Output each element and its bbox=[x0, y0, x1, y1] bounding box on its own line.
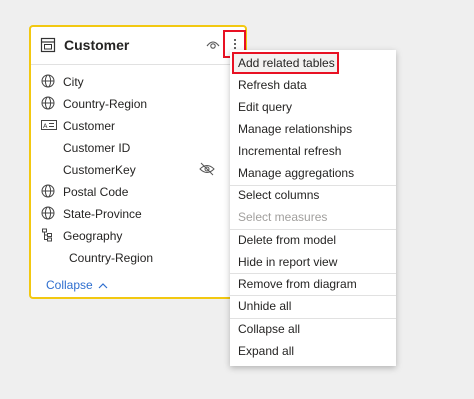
globe-icon bbox=[41, 206, 55, 223]
menu-item-hide-in-report-view[interactable]: Hide in report view bbox=[230, 251, 396, 273]
table-card-customer[interactable]: Customer City Country-Region A Customer … bbox=[29, 25, 247, 299]
field-label: Postal Code bbox=[63, 185, 129, 199]
eye-icon[interactable] bbox=[206, 38, 220, 56]
card-header: Customer bbox=[31, 27, 246, 65]
field-label: Country-Region bbox=[63, 97, 148, 111]
field-geography-country-region[interactable]: Country-Region bbox=[31, 247, 245, 269]
more-dot bbox=[233, 47, 236, 49]
globe-icon bbox=[41, 74, 55, 91]
field-label: Geography bbox=[63, 229, 123, 243]
menu-item-manage-aggregations[interactable]: Manage aggregations bbox=[230, 162, 396, 184]
menu-item-add-related-tables[interactable]: Add related tables bbox=[232, 52, 339, 74]
field-label: State-Province bbox=[63, 207, 142, 221]
menu-item-delete-from-model[interactable]: Delete from model bbox=[230, 229, 396, 251]
menu-item-expand-all[interactable]: Expand all bbox=[230, 340, 396, 362]
menu-item-select-measures: Select measures bbox=[238, 210, 328, 224]
field-label: City bbox=[63, 75, 84, 89]
table-icon bbox=[40, 37, 56, 58]
field-customerkey[interactable]: CustomerKey bbox=[31, 159, 245, 181]
chevron-up-icon bbox=[98, 278, 108, 292]
collapse-link[interactable]: Collapse bbox=[46, 278, 108, 292]
menu-item-unhide-all[interactable]: Unhide all bbox=[230, 295, 396, 317]
context-menu: Add related tables Refresh data Edit que… bbox=[230, 50, 396, 366]
menu-item-remove-from-diagram[interactable]: Remove from diagram bbox=[230, 273, 396, 295]
field-city[interactable]: City bbox=[31, 71, 245, 93]
field-label: Customer ID bbox=[63, 141, 131, 155]
field-state-province[interactable]: State-Province bbox=[31, 203, 245, 225]
field-label: Customer bbox=[63, 119, 116, 133]
menu-item-edit-query[interactable]: Edit query bbox=[230, 96, 396, 118]
hidden-eye-icon bbox=[199, 162, 215, 179]
card-title: Customer bbox=[64, 37, 130, 53]
field-label: Country-Region bbox=[69, 251, 154, 265]
more-dot bbox=[233, 43, 236, 45]
field-label: CustomerKey bbox=[63, 163, 136, 177]
menu-item-manage-relationships[interactable]: Manage relationships bbox=[230, 118, 396, 140]
menu-item-collapse-all[interactable]: Collapse all bbox=[230, 318, 396, 340]
field-geography[interactable]: Geography bbox=[31, 225, 245, 247]
field-customer-id[interactable]: Customer ID bbox=[31, 137, 245, 159]
globe-icon bbox=[41, 96, 55, 113]
collapse-label: Collapse bbox=[46, 278, 93, 292]
hierarchy-icon bbox=[41, 228, 55, 245]
field-country-region[interactable]: Country-Region bbox=[31, 93, 245, 115]
menu-item-incremental-refresh[interactable]: Incremental refresh bbox=[230, 140, 396, 162]
more-dot bbox=[233, 39, 236, 41]
globe-icon bbox=[41, 184, 55, 201]
text-field-icon: A bbox=[41, 118, 57, 135]
menu-item-select-columns[interactable]: Select columns bbox=[230, 184, 396, 206]
menu-item-refresh-data[interactable]: Refresh data bbox=[230, 74, 396, 96]
svg-text:A: A bbox=[43, 122, 48, 130]
field-customer[interactable]: A Customer bbox=[31, 115, 245, 137]
field-postal-code[interactable]: Postal Code bbox=[31, 181, 245, 203]
